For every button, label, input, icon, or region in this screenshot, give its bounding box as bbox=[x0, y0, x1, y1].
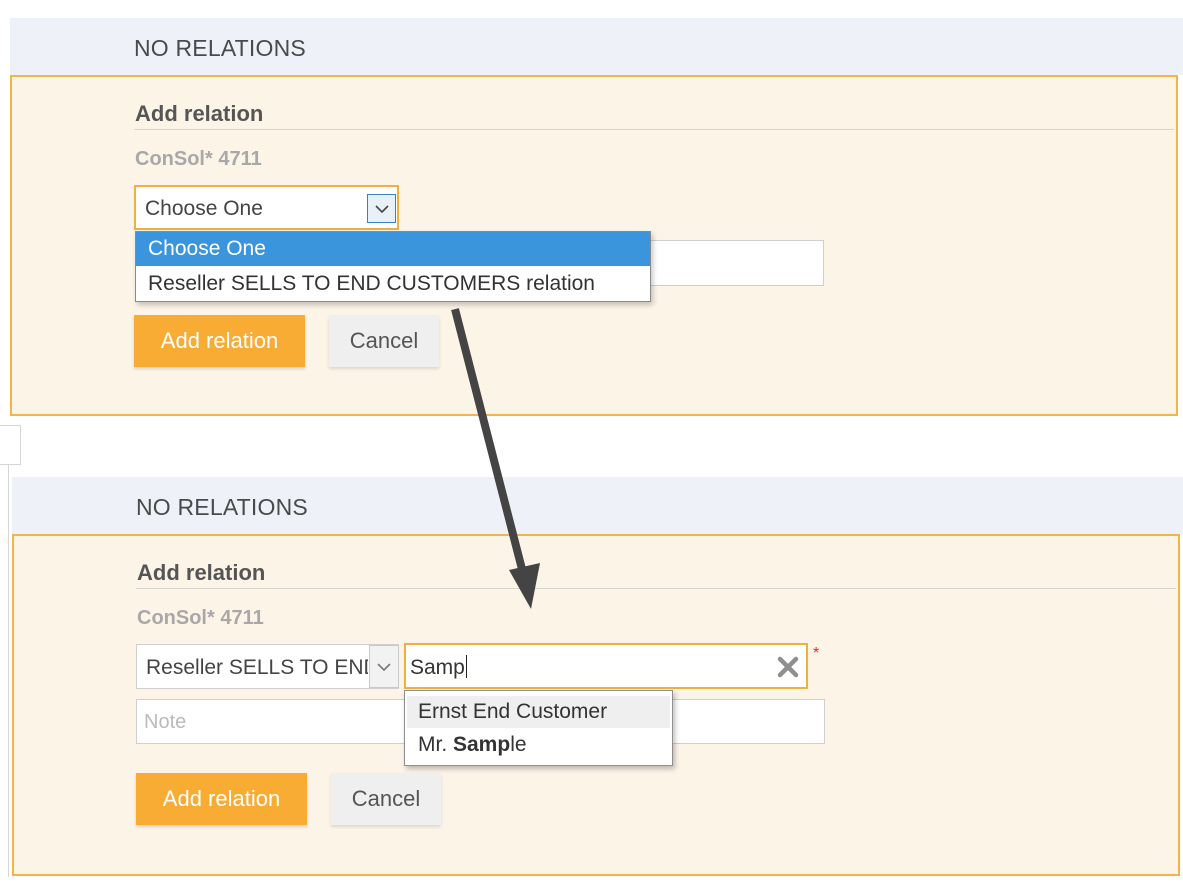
select-value: Choose One bbox=[145, 197, 263, 220]
search-text: Samp bbox=[410, 656, 465, 679]
left-edge-line bbox=[8, 465, 9, 877]
add-relation-button[interactable]: Add relation bbox=[134, 315, 305, 367]
suggestion-match: Samp bbox=[453, 733, 511, 756]
cancel-button[interactable]: Cancel bbox=[331, 773, 441, 825]
panel-divider bbox=[134, 129, 1174, 130]
customer-search-input[interactable]: Samp bbox=[404, 643, 808, 689]
note-placeholder: Note bbox=[144, 711, 187, 733]
no-relations-heading: NO RELATIONS bbox=[134, 35, 306, 61]
dropdown-option-reseller[interactable]: Reseller SELLS TO END CUSTOMERS relation bbox=[136, 267, 650, 301]
chevron-down-icon bbox=[374, 204, 389, 213]
required-marker: * bbox=[813, 645, 820, 662]
divider-bracket bbox=[0, 425, 21, 465]
panel-title: Add relation bbox=[135, 101, 264, 126]
suggestion-mr-sample[interactable]: Mr. Sample bbox=[407, 729, 670, 761]
dropdown-option-choose-one[interactable]: Choose One bbox=[136, 232, 650, 266]
chevron-down-icon bbox=[377, 662, 391, 671]
select-toggle[interactable] bbox=[369, 645, 399, 688]
select-value: Reseller SELLS TO END CUSTOMERS relation bbox=[146, 656, 368, 679]
panel-title: Add relation bbox=[137, 560, 266, 585]
clear-icon[interactable] bbox=[776, 655, 800, 679]
relation-type-select[interactable]: Choose One bbox=[134, 185, 399, 230]
company-label: ConSol* 4711 bbox=[135, 148, 262, 170]
arrow-down-icon bbox=[451, 308, 540, 609]
suggestion-ernst-end-customer[interactable]: Ernst End Customer bbox=[407, 696, 670, 728]
autocomplete-dropdown: Ernst End Customer Mr. Sample bbox=[404, 690, 673, 766]
cancel-button[interactable]: Cancel bbox=[329, 315, 439, 367]
suggestion-prefix: Mr. bbox=[418, 733, 453, 756]
no-relations-heading: NO RELATIONS bbox=[136, 494, 308, 520]
search-value: Samp bbox=[410, 655, 467, 680]
company-label: ConSol* 4711 bbox=[137, 607, 264, 629]
panel-divider bbox=[136, 588, 1176, 589]
text-cursor bbox=[465, 655, 467, 678]
relation-type-dropdown: Choose One Reseller SELLS TO END CUSTOME… bbox=[135, 231, 651, 302]
add-relation-button[interactable]: Add relation bbox=[136, 773, 307, 825]
suggestion-suffix: le bbox=[510, 733, 527, 756]
relation-type-select[interactable]: Reseller SELLS TO END CUSTOMERS relation bbox=[136, 644, 399, 689]
select-toggle[interactable] bbox=[367, 194, 396, 223]
